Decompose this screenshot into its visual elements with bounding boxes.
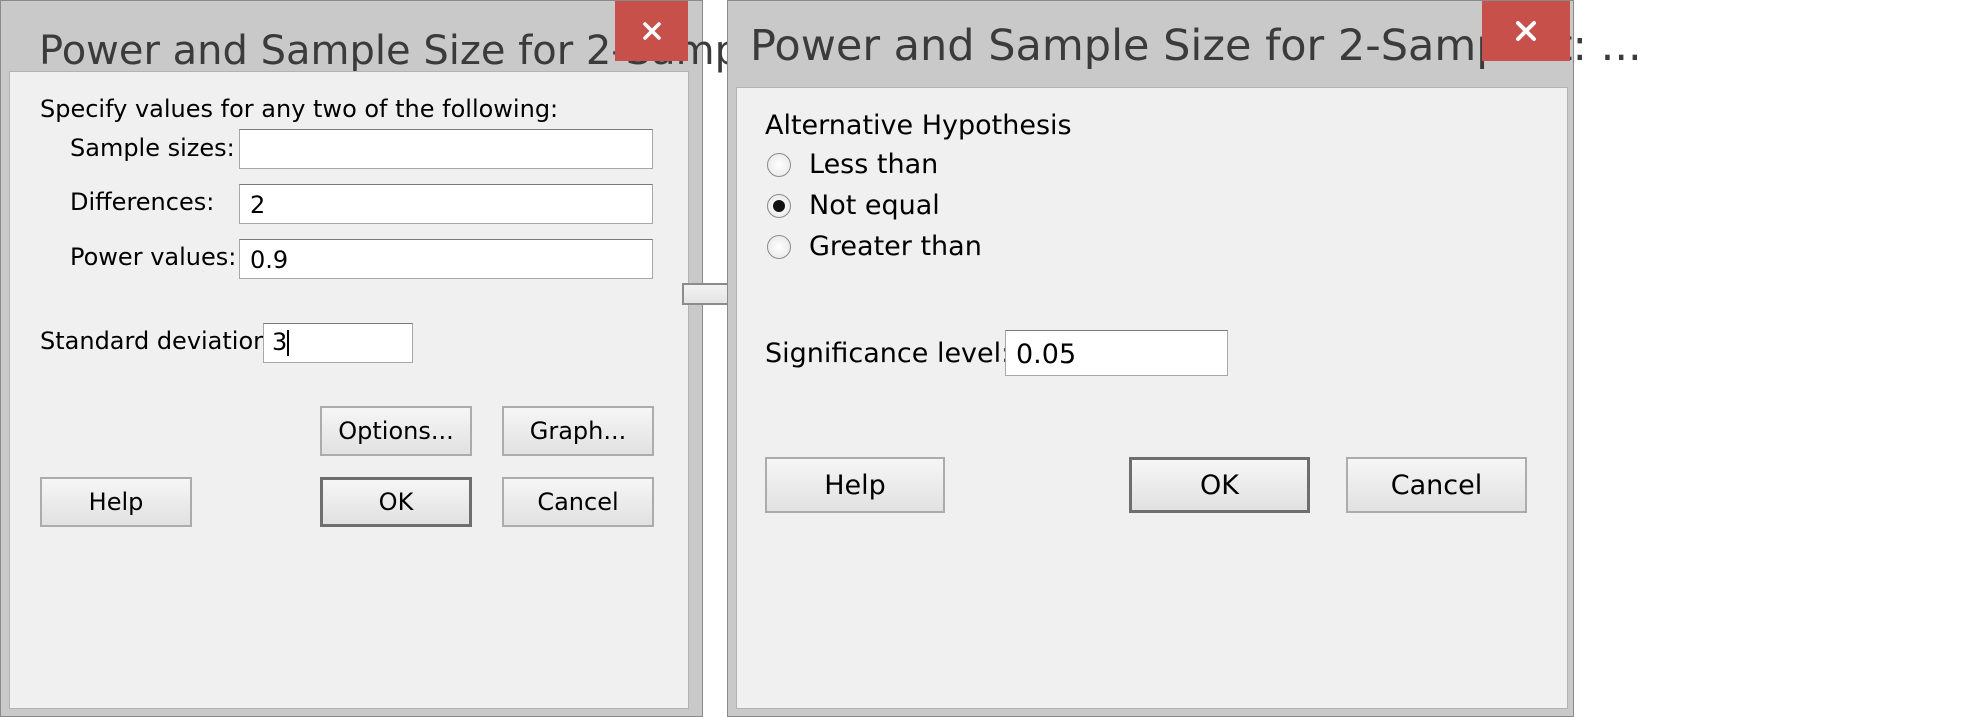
help-button[interactable]: Help [40, 477, 192, 527]
options-help-button[interactable]: Help [765, 457, 945, 513]
radio-greater-than[interactable]: Greater than [767, 231, 982, 263]
radio-not-equal[interactable]: Not equal [767, 190, 940, 222]
radio-label: Not equal [809, 190, 940, 221]
text-cursor [287, 330, 290, 356]
options-dialog: Power and Sample Size for 2-Sample t: ..… [727, 0, 1642, 717]
differences-input[interactable] [239, 184, 653, 224]
options-cancel-button[interactable]: Cancel [1346, 457, 1527, 513]
sample-sizes-label: Sample sizes: [70, 134, 235, 162]
close-icon [642, 22, 661, 40]
standard-deviation-input[interactable]: 3 [263, 323, 413, 363]
options-button[interactable]: Options... [320, 406, 472, 456]
cancel-button[interactable]: Cancel [502, 477, 654, 527]
radio-button[interactable] [767, 153, 791, 177]
radio-button[interactable] [767, 235, 791, 259]
radio-label: Less than [809, 149, 939, 180]
alternative-hypothesis-label: Alternative Hypothesis [765, 110, 1072, 141]
significance-level-label: Significance level: [765, 338, 1011, 369]
radio-button-selected[interactable] [767, 194, 791, 218]
graph-button[interactable]: Graph... [502, 406, 654, 456]
instructions-label: Specify values for any two of the follow… [40, 95, 559, 123]
standard-deviation-value: 3 [272, 328, 288, 356]
ok-button[interactable]: OK [320, 477, 472, 527]
options-title-bar[interactable]: Power and Sample Size for 2-Sample t: ..… [728, 1, 1642, 89]
options-ok-button[interactable]: OK [1129, 457, 1310, 513]
close-icon [1516, 21, 1536, 41]
radio-less-than[interactable]: Less than [767, 149, 938, 181]
dialog-body: Specify values for any two of the follow… [9, 71, 689, 709]
power-sample-size-dialog: Power and Sample Size for 2-Sample t Spe… [0, 0, 804, 717]
radio-selected-dot [773, 200, 785, 212]
options-close-button[interactable] [1482, 1, 1570, 61]
close-button[interactable] [615, 1, 688, 61]
radio-label: Greater than [809, 231, 982, 262]
standard-deviation-label: Standard deviation: [40, 327, 277, 355]
differences-label: Differences: [70, 188, 215, 216]
significance-level-input[interactable] [1005, 330, 1228, 376]
sample-sizes-input[interactable] [239, 129, 653, 169]
power-values-input[interactable] [239, 239, 653, 279]
power-values-label: Power values: [70, 243, 237, 271]
options-dialog-body: Alternative Hypothesis Less than Not equ… [736, 87, 1568, 709]
